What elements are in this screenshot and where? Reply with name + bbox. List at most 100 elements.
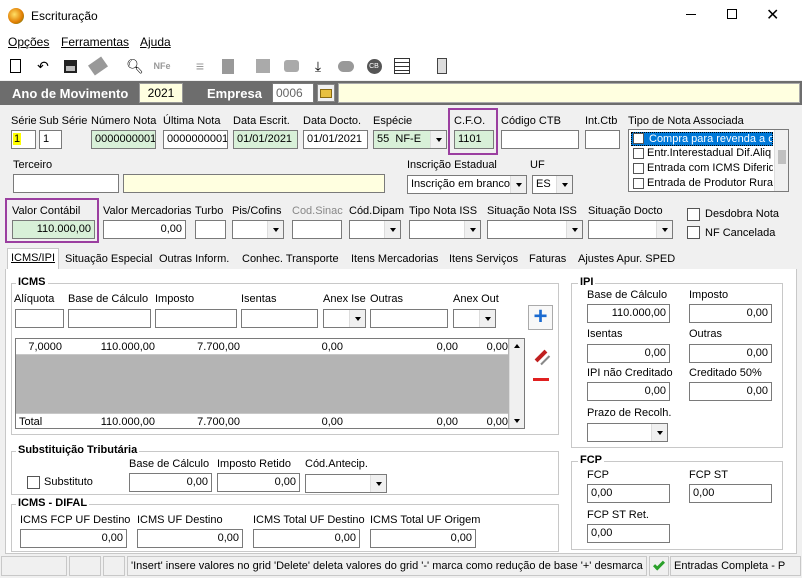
st-base-input[interactable]: 0,00 — [129, 473, 212, 492]
tab-faturas[interactable]: Faturas — [526, 250, 569, 270]
export-icon[interactable]: ⤓ — [308, 57, 328, 75]
chevron-down-icon[interactable] — [349, 310, 365, 327]
ipi-nc-input[interactable]: 0,00 — [587, 382, 670, 401]
tab-outras-inform[interactable]: Outras Inform. — [156, 250, 232, 270]
tab-icms-ipi[interactable]: ICMS/IPI — [7, 248, 60, 270]
serie-input[interactable]: 1 — [11, 130, 36, 149]
list-item[interactable]: Entrada com ICMS Diferido — [647, 162, 773, 174]
tipo-iss-select[interactable] — [409, 220, 481, 239]
tab-ajustes-sped[interactable]: Ajustes Apur. SPED — [575, 250, 678, 270]
chevron-down-icon[interactable] — [267, 221, 283, 238]
st-imposto-input[interactable]: 0,00 — [217, 473, 300, 492]
int-ctb-input[interactable] — [585, 130, 620, 149]
edit-button[interactable] — [530, 345, 552, 367]
tipo-checkbox[interactable] — [633, 148, 644, 159]
chevron-down-icon[interactable] — [464, 221, 480, 238]
ultima-nota-input[interactable]: 0000000001 — [163, 130, 228, 149]
difal-f1-input[interactable]: 0,00 — [20, 529, 127, 548]
codigo-ctb-input[interactable] — [501, 130, 579, 149]
delete-icon[interactable] — [88, 56, 108, 76]
calc-icon[interactable] — [218, 57, 238, 75]
ipi-cred50-input[interactable]: 0,00 — [689, 382, 772, 401]
ipi-isentas-input[interactable]: 0,00 — [587, 344, 670, 363]
building-icon[interactable] — [253, 57, 273, 75]
chevron-down-icon[interactable] — [510, 176, 526, 193]
preview-icon[interactable]: 🔍︎ — [125, 57, 145, 75]
chevron-down-icon[interactable] — [566, 221, 582, 238]
table-icon[interactable] — [392, 57, 412, 75]
chevron-down-icon[interactable] — [430, 131, 446, 148]
add-button[interactable]: + — [528, 305, 553, 330]
data-docto-input[interactable]: 01/01/2021 — [303, 130, 368, 149]
menu-opcoes[interactable]: Opções — [8, 35, 49, 49]
list-item[interactable]: Entrada de Produtor Rural — [647, 177, 773, 189]
ano-field[interactable]: 2021 — [139, 83, 183, 103]
imposto-input[interactable] — [155, 309, 237, 328]
tipo-checkbox[interactable] — [633, 133, 644, 144]
base-calculo-input[interactable] — [68, 309, 151, 328]
list-scrollbar[interactable] — [774, 130, 788, 191]
menu-ajuda[interactable]: Ajuda — [140, 35, 171, 49]
chevron-down-icon[interactable] — [651, 424, 667, 441]
tipo-nota-list[interactable]: Compra para revenda a co Entr.Interestad… — [628, 129, 789, 192]
cart-icon[interactable] — [281, 57, 301, 75]
data-escrit-input[interactable]: 01/01/2021 — [233, 130, 298, 149]
anex-out-select[interactable] — [453, 309, 496, 328]
list-item[interactable]: Entr.Interestadual Dif.Aliq — [647, 147, 773, 159]
sit-iss-select[interactable] — [487, 220, 583, 239]
close-icon[interactable]: ✕ — [766, 5, 779, 25]
valor-merc-input[interactable]: 0,00 — [103, 220, 186, 239]
folder-icon[interactable] — [317, 84, 335, 102]
especie-select[interactable]: 55 NF-E — [373, 130, 447, 149]
ipi-imposto-input[interactable]: 0,00 — [689, 304, 772, 323]
tipo-checkbox[interactable] — [633, 163, 644, 174]
difal-f4-input[interactable]: 0,00 — [370, 529, 476, 548]
tab-itens-servicos[interactable]: Itens Serviços — [446, 250, 521, 270]
fcpstret-input[interactable]: 0,00 — [587, 524, 670, 543]
cloud-icon[interactable] — [336, 57, 356, 75]
inscricao-select[interactable]: Inscrição em branco — [407, 175, 527, 194]
st-cod-select[interactable] — [305, 474, 387, 493]
tab-situacao-especial[interactable]: Situação Especial — [62, 250, 155, 270]
undo-icon[interactable]: ↶ — [33, 57, 53, 75]
outras-input[interactable] — [370, 309, 448, 328]
grid-scrollbar[interactable] — [509, 339, 524, 428]
minimize-icon[interactable] — [686, 14, 696, 15]
list-icon[interactable]: ≡ — [190, 57, 210, 75]
fcpst-input[interactable]: 0,00 — [689, 484, 772, 503]
ipi-base-input[interactable]: 110.000,00 — [587, 304, 670, 323]
isentas-input[interactable] — [241, 309, 318, 328]
tab-itens-mercadorias[interactable]: Itens Mercadorias — [348, 250, 441, 270]
list-item[interactable]: Compra para revenda a co — [631, 132, 773, 146]
uf-select[interactable]: ES — [532, 175, 573, 194]
maximize-icon[interactable] — [727, 9, 737, 19]
pis-select[interactable] — [232, 220, 284, 239]
new-icon[interactable] — [5, 57, 25, 75]
remove-button[interactable] — [530, 368, 552, 390]
exit-icon[interactable] — [432, 57, 452, 75]
aliquota-input[interactable] — [15, 309, 64, 328]
substituto-checkbox[interactable] — [27, 476, 40, 489]
cb-icon[interactable]: CB — [364, 57, 384, 75]
subserie-input[interactable]: 1 — [39, 130, 62, 149]
chevron-down-icon[interactable] — [556, 176, 572, 193]
turbo-input[interactable] — [195, 220, 226, 239]
chevron-down-icon[interactable] — [656, 221, 672, 238]
chevron-down-icon[interactable] — [384, 221, 400, 238]
save-icon[interactable] — [60, 57, 80, 75]
valor-contabil-input[interactable]: 110.000,00 — [12, 220, 95, 239]
terceiro-code-input[interactable] — [13, 174, 119, 193]
ipi-outras-input[interactable]: 0,00 — [689, 344, 772, 363]
anex-ise-select[interactable] — [323, 309, 366, 328]
desdobra-checkbox[interactable] — [687, 208, 700, 221]
nf-cancelada-checkbox[interactable] — [687, 226, 700, 239]
empresa-field[interactable]: 0006 — [272, 83, 314, 103]
tab-conhec-transporte[interactable]: Conhec. Transporte — [239, 250, 342, 270]
ipi-prazo-select[interactable] — [587, 423, 668, 442]
chevron-down-icon[interactable] — [479, 310, 495, 327]
cod-dipam-select[interactable] — [349, 220, 401, 239]
difal-f3-input[interactable]: 0,00 — [253, 529, 360, 548]
difal-f2-input[interactable]: 0,00 — [137, 529, 243, 548]
sit-docto-select[interactable] — [588, 220, 673, 239]
fcp-input[interactable]: 0,00 — [587, 484, 670, 503]
